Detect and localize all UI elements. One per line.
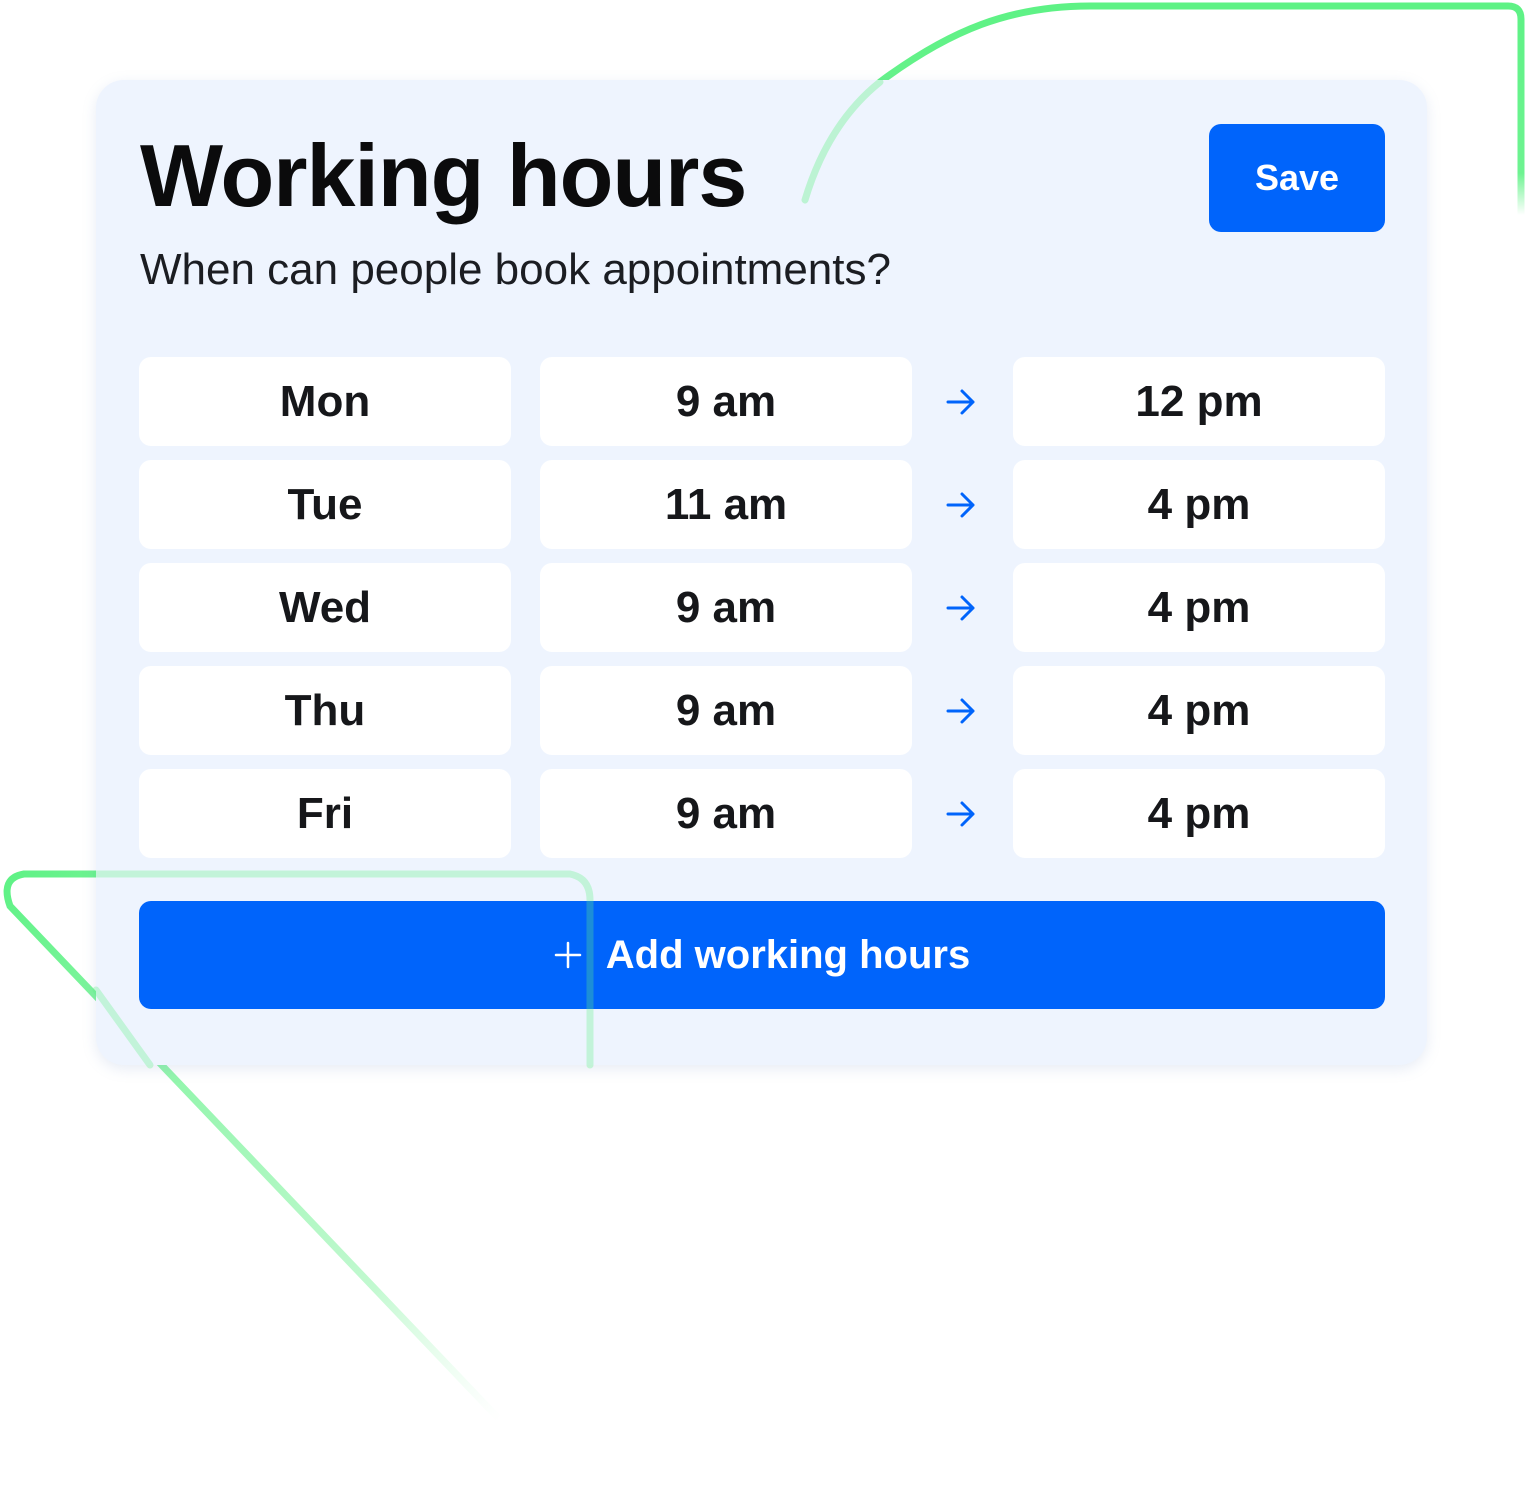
arrow-right-icon xyxy=(946,492,975,518)
start-time-cell[interactable]: 9 am xyxy=(540,769,912,858)
page: Working hours When can people book appoi… xyxy=(0,0,1527,1500)
page-title: Working hours xyxy=(140,126,747,225)
start-time-cell[interactable]: 9 am xyxy=(540,563,912,652)
end-time-cell[interactable]: 4 pm xyxy=(1013,666,1385,755)
end-time-cell[interactable]: 4 pm xyxy=(1013,563,1385,652)
schedule-row-wed: Wed 9 am 4 pm xyxy=(139,563,1385,652)
add-working-hours-button[interactable]: Add working hours xyxy=(139,901,1385,1009)
save-button[interactable]: Save xyxy=(1209,124,1385,232)
day-cell[interactable]: Tue xyxy=(139,460,511,549)
page-subtitle: When can people book appointments? xyxy=(140,245,891,294)
schedule-row-thu: Thu 9 am 4 pm xyxy=(139,666,1385,755)
schedule-list: Mon 9 am 12 pm Tue 11 am 4 pm Wed 9 am 4… xyxy=(139,357,1385,872)
start-time-cell[interactable]: 11 am xyxy=(540,460,912,549)
day-cell[interactable]: Wed xyxy=(139,563,511,652)
arrow-right-icon xyxy=(946,801,975,827)
end-time-cell[interactable]: 4 pm xyxy=(1013,769,1385,858)
start-time-cell[interactable]: 9 am xyxy=(540,357,912,446)
add-working-hours-label: Add working hours xyxy=(605,932,971,977)
arrow-right-icon xyxy=(946,698,975,724)
plus-icon xyxy=(554,941,582,969)
end-time-cell[interactable]: 12 pm xyxy=(1013,357,1385,446)
end-time-cell[interactable]: 4 pm xyxy=(1013,460,1385,549)
day-cell[interactable]: Fri xyxy=(139,769,511,858)
day-cell[interactable]: Mon xyxy=(139,357,511,446)
start-time-cell[interactable]: 9 am xyxy=(540,666,912,755)
working-hours-card: Working hours When can people book appoi… xyxy=(96,80,1427,1065)
arrow-right-icon xyxy=(946,595,975,621)
arrow-right-icon xyxy=(946,389,975,415)
day-cell[interactable]: Thu xyxy=(139,666,511,755)
schedule-row-mon: Mon 9 am 12 pm xyxy=(139,357,1385,446)
schedule-row-tue: Tue 11 am 4 pm xyxy=(139,460,1385,549)
schedule-row-fri: Fri 9 am 4 pm xyxy=(139,769,1385,858)
